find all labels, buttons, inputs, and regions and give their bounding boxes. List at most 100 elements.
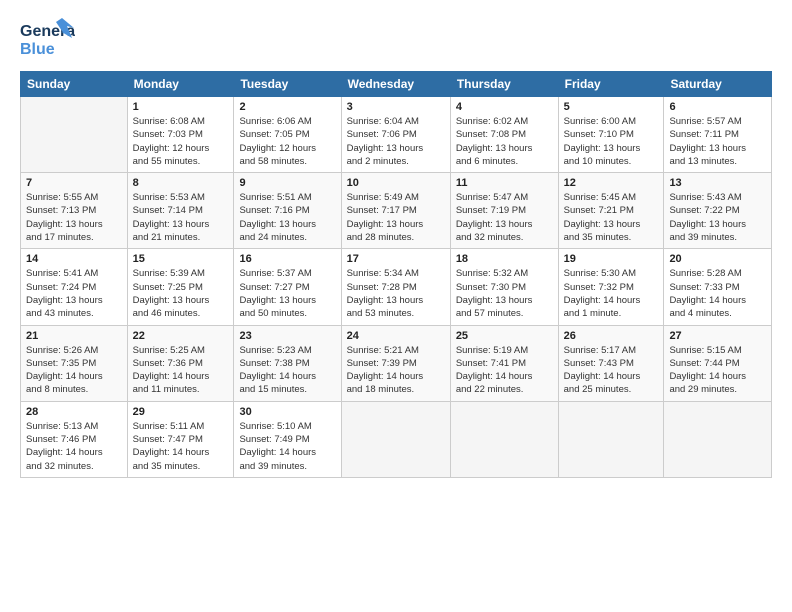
day-number: 8	[133, 177, 229, 189]
day-info: Sunrise: 5:53 AM Sunset: 7:14 PM Dayligh…	[133, 191, 229, 244]
day-info: Sunrise: 5:19 AM Sunset: 7:41 PM Dayligh…	[456, 344, 553, 397]
calendar-cell	[558, 401, 664, 477]
calendar-cell: 16Sunrise: 5:37 AM Sunset: 7:27 PM Dayli…	[234, 249, 341, 325]
day-number: 17	[347, 253, 445, 265]
calendar-week-1: 1 Sunrise: 6:08 AM Sunset: 7:03 PM Daylig…	[21, 97, 772, 173]
header-cell-tuesday: Tuesday	[234, 72, 341, 97]
day-info: Sunrise: 5:37 AM Sunset: 7:27 PM Dayligh…	[239, 267, 335, 320]
calendar-cell: 11 Sunrise: 5:47 AM Sunset: 7:19 PM Dayli…	[450, 173, 558, 249]
calendar-cell	[21, 97, 128, 173]
header: GeneralBlue	[20, 16, 772, 61]
day-info: Sunrise: 5:47 AM Sunset: 7:19 PM Dayligh…	[456, 191, 553, 244]
header-cell-sunday: Sunday	[21, 72, 128, 97]
day-number: 18	[456, 253, 553, 265]
calendar-cell: 3 Sunrise: 6:04 AM Sunset: 7:06 PM Daylig…	[341, 97, 450, 173]
calendar-cell	[664, 401, 772, 477]
calendar-cell: 13 Sunrise: 5:43 AM Sunset: 7:22 PM Dayli…	[664, 173, 772, 249]
day-number: 5	[564, 101, 659, 113]
calendar-cell: 8 Sunrise: 5:53 AM Sunset: 7:14 PM Daylig…	[127, 173, 234, 249]
day-number: 29	[133, 406, 229, 418]
calendar-cell: 10 Sunrise: 5:49 AM Sunset: 7:17 PM Dayli…	[341, 173, 450, 249]
day-info: Sunrise: 5:26 AM Sunset: 7:35 PM Dayligh…	[26, 344, 122, 397]
day-number: 28	[26, 406, 122, 418]
header-cell-thursday: Thursday	[450, 72, 558, 97]
calendar-cell: 20Sunrise: 5:28 AM Sunset: 7:33 PM Dayli…	[664, 249, 772, 325]
day-number: 26	[564, 330, 659, 342]
day-number: 22	[133, 330, 229, 342]
calendar-week-5: 28 Sunrise: 5:13 AM Sunset: 7:46 PM Dayli…	[21, 401, 772, 477]
svg-text:Blue: Blue	[20, 41, 55, 58]
calendar-cell: 24 Sunrise: 5:21 AM Sunset: 7:39 PM Dayli…	[341, 325, 450, 401]
calendar-cell: 28 Sunrise: 5:13 AM Sunset: 7:46 PM Dayli…	[21, 401, 128, 477]
day-info: Sunrise: 6:06 AM Sunset: 7:05 PM Dayligh…	[239, 115, 335, 168]
day-info: Sunrise: 5:10 AM Sunset: 7:49 PM Dayligh…	[239, 420, 335, 473]
day-info: Sunrise: 5:51 AM Sunset: 7:16 PM Dayligh…	[239, 191, 335, 244]
day-info: Sunrise: 5:43 AM Sunset: 7:22 PM Dayligh…	[669, 191, 766, 244]
calendar-cell: 15Sunrise: 5:39 AM Sunset: 7:25 PM Dayli…	[127, 249, 234, 325]
calendar-cell: 17 Sunrise: 5:34 AM Sunset: 7:28 PM Dayli…	[341, 249, 450, 325]
day-number: 9	[239, 177, 335, 189]
day-number: 14	[26, 253, 122, 265]
day-info: Sunrise: 5:30 AM Sunset: 7:32 PM Dayligh…	[564, 267, 659, 320]
calendar-cell	[341, 401, 450, 477]
day-number: 19	[564, 253, 659, 265]
day-info: Sunrise: 5:13 AM Sunset: 7:46 PM Dayligh…	[26, 420, 122, 473]
logo: GeneralBlue	[20, 16, 75, 61]
header-cell-monday: Monday	[127, 72, 234, 97]
day-info: Sunrise: 5:45 AM Sunset: 7:21 PM Dayligh…	[564, 191, 659, 244]
calendar-cell: 30 Sunrise: 5:10 AM Sunset: 7:49 PM Dayli…	[234, 401, 341, 477]
day-number: 10	[347, 177, 445, 189]
calendar-cell: 7Sunrise: 5:55 AM Sunset: 7:13 PM Daylig…	[21, 173, 128, 249]
calendar-cell: 12 Sunrise: 5:45 AM Sunset: 7:21 PM Dayli…	[558, 173, 664, 249]
day-info: Sunrise: 5:23 AM Sunset: 7:38 PM Dayligh…	[239, 344, 335, 397]
calendar-cell: 21 Sunrise: 5:26 AM Sunset: 7:35 PM Dayli…	[21, 325, 128, 401]
calendar-table: SundayMondayTuesdayWednesdayThursdayFrid…	[20, 71, 772, 478]
header-cell-saturday: Saturday	[664, 72, 772, 97]
calendar-cell: 27 Sunrise: 5:15 AM Sunset: 7:44 PM Dayli…	[664, 325, 772, 401]
day-number: 4	[456, 101, 553, 113]
calendar-cell: 23 Sunrise: 5:23 AM Sunset: 7:38 PM Dayli…	[234, 325, 341, 401]
day-info: Sunrise: 6:04 AM Sunset: 7:06 PM Dayligh…	[347, 115, 445, 168]
calendar-cell: 9 Sunrise: 5:51 AM Sunset: 7:16 PM Daylig…	[234, 173, 341, 249]
day-info: Sunrise: 5:21 AM Sunset: 7:39 PM Dayligh…	[347, 344, 445, 397]
day-number: 13	[669, 177, 766, 189]
day-number: 21	[26, 330, 122, 342]
calendar-cell	[450, 401, 558, 477]
day-number: 1	[133, 101, 229, 113]
day-info: Sunrise: 5:39 AM Sunset: 7:25 PM Dayligh…	[133, 267, 229, 320]
day-number: 2	[239, 101, 335, 113]
calendar-week-4: 21 Sunrise: 5:26 AM Sunset: 7:35 PM Dayli…	[21, 325, 772, 401]
calendar-cell: 1 Sunrise: 6:08 AM Sunset: 7:03 PM Daylig…	[127, 97, 234, 173]
calendar-cell: 19 Sunrise: 5:30 AM Sunset: 7:32 PM Dayli…	[558, 249, 664, 325]
day-info: Sunrise: 5:15 AM Sunset: 7:44 PM Dayligh…	[669, 344, 766, 397]
calendar-header-row: SundayMondayTuesdayWednesdayThursdayFrid…	[21, 72, 772, 97]
calendar-cell: 18 Sunrise: 5:32 AM Sunset: 7:30 PM Dayli…	[450, 249, 558, 325]
day-info: Sunrise: 6:00 AM Sunset: 7:10 PM Dayligh…	[564, 115, 659, 168]
calendar-week-2: 7Sunrise: 5:55 AM Sunset: 7:13 PM Daylig…	[21, 173, 772, 249]
logo-icon: GeneralBlue	[20, 16, 75, 61]
day-info: Sunrise: 5:57 AM Sunset: 7:11 PM Dayligh…	[669, 115, 766, 168]
day-number: 23	[239, 330, 335, 342]
day-number: 24	[347, 330, 445, 342]
day-info: Sunrise: 5:49 AM Sunset: 7:17 PM Dayligh…	[347, 191, 445, 244]
day-number: 6	[669, 101, 766, 113]
calendar-week-3: 14 Sunrise: 5:41 AM Sunset: 7:24 PM Dayli…	[21, 249, 772, 325]
day-info: Sunrise: 5:32 AM Sunset: 7:30 PM Dayligh…	[456, 267, 553, 320]
day-number: 27	[669, 330, 766, 342]
day-number: 30	[239, 406, 335, 418]
calendar-cell: 14 Sunrise: 5:41 AM Sunset: 7:24 PM Dayli…	[21, 249, 128, 325]
day-number: 12	[564, 177, 659, 189]
day-info: Sunrise: 5:28 AM Sunset: 7:33 PM Dayligh…	[669, 267, 766, 320]
day-info: Sunrise: 5:25 AM Sunset: 7:36 PM Dayligh…	[133, 344, 229, 397]
day-info: Sunrise: 5:17 AM Sunset: 7:43 PM Dayligh…	[564, 344, 659, 397]
day-info: Sunrise: 6:08 AM Sunset: 7:03 PM Dayligh…	[133, 115, 229, 168]
calendar-cell: 29Sunrise: 5:11 AM Sunset: 7:47 PM Dayli…	[127, 401, 234, 477]
day-info: Sunrise: 5:41 AM Sunset: 7:24 PM Dayligh…	[26, 267, 122, 320]
day-number: 7	[26, 177, 122, 189]
day-info: Sunrise: 5:34 AM Sunset: 7:28 PM Dayligh…	[347, 267, 445, 320]
calendar-cell: 25Sunrise: 5:19 AM Sunset: 7:41 PM Dayli…	[450, 325, 558, 401]
calendar-cell: 4 Sunrise: 6:02 AM Sunset: 7:08 PM Daylig…	[450, 97, 558, 173]
day-info: Sunrise: 6:02 AM Sunset: 7:08 PM Dayligh…	[456, 115, 553, 168]
day-number: 3	[347, 101, 445, 113]
day-number: 11	[456, 177, 553, 189]
